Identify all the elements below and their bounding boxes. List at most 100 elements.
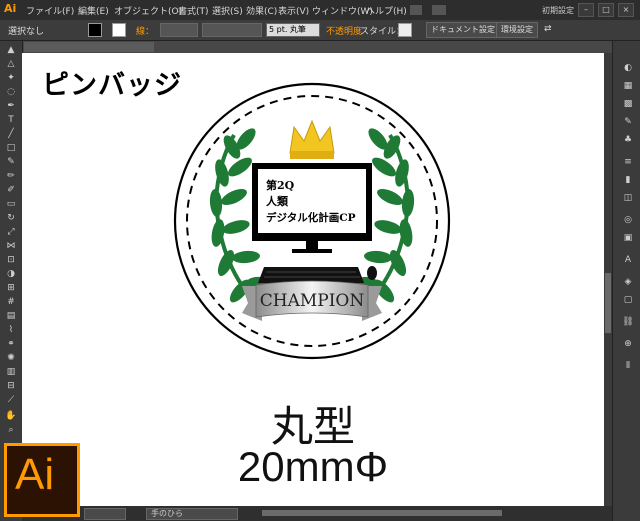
preferences-button[interactable]: 環境設定 bbox=[496, 22, 538, 38]
variable-width-dropdown[interactable] bbox=[202, 23, 262, 37]
width-tool-icon[interactable]: ⋈ bbox=[5, 241, 17, 251]
pin-badge-illustration: 第2Q 人類 デジタル化計画CP CHAMPION bbox=[173, 82, 451, 360]
slice-tool-icon[interactable]: ⟋ bbox=[5, 395, 17, 405]
zoom-tool-icon[interactable]: ⌕ bbox=[5, 425, 17, 435]
style-swatch[interactable] bbox=[398, 23, 412, 37]
links-panel-icon[interactable]: ⛓ bbox=[622, 317, 634, 327]
app-logo: Ai bbox=[4, 2, 17, 15]
ribbon-text: CHAMPION bbox=[260, 291, 365, 311]
eraser-tool-icon[interactable]: ▭ bbox=[5, 199, 17, 209]
artboard-title: ピンバッジ bbox=[42, 70, 182, 101]
stroke-panel-icon[interactable]: ≡ bbox=[622, 157, 634, 167]
panel-dock: ◐ ▦ ▩ ✎ ♣ ≡ ▮ ◫ ◎ ▣ A ◈ ▢ ⛓ ⊕ ⫴ bbox=[612, 41, 640, 521]
minimize-icon[interactable]: – bbox=[578, 3, 594, 17]
bridge-icon[interactable] bbox=[410, 5, 422, 15]
menu-window[interactable]: ウィンドウ(W) bbox=[312, 4, 373, 17]
control-bar: 選択なし 線： 5 pt. 丸筆 不透明度 スタイル： ドキュメント設定 環境設… bbox=[0, 20, 640, 41]
stroke-label[interactable]: 線： bbox=[136, 24, 154, 37]
menu-bar: Ai ファイル(F) 編集(E) オブジェクト(O) 書式(T) 選択(S) 効… bbox=[0, 0, 640, 20]
rotate-tool-icon[interactable]: ↻ bbox=[5, 213, 17, 223]
fill-swatch[interactable] bbox=[88, 23, 102, 37]
line-tool-icon[interactable]: ╱ bbox=[5, 129, 17, 139]
pen-tool-icon[interactable]: ✒ bbox=[5, 101, 17, 111]
type-tool-icon[interactable]: T bbox=[5, 115, 17, 125]
pencil-tool-icon[interactable]: ✏ bbox=[5, 171, 17, 181]
maximize-icon[interactable]: □ bbox=[598, 3, 614, 17]
graph-tool-icon[interactable]: ▥ bbox=[5, 367, 17, 377]
artboards-panel-icon[interactable]: ▢ bbox=[622, 295, 634, 305]
perspective-grid-tool-icon[interactable]: ⊞ bbox=[5, 283, 17, 293]
graphic-styles-icon[interactable]: ▣ bbox=[622, 233, 634, 243]
status-bar: 手のひら bbox=[22, 506, 612, 521]
magic-wand-tool-icon[interactable]: ✦ bbox=[5, 73, 17, 83]
zoom-dropdown[interactable] bbox=[84, 508, 126, 520]
selection-tool-icon[interactable]: ▲ bbox=[5, 45, 17, 55]
illustrator-logo-text: Ai bbox=[15, 450, 55, 499]
menu-help[interactable]: ヘルプ(H) bbox=[366, 4, 407, 17]
document-tab-bar bbox=[22, 41, 612, 53]
color-panel-icon[interactable]: ◐ bbox=[622, 63, 634, 73]
menu-edit[interactable]: 編集(E) bbox=[78, 4, 109, 17]
scale-tool-icon[interactable]: ⤢ bbox=[5, 227, 17, 237]
stroke-swatch[interactable] bbox=[112, 23, 126, 37]
close-icon[interactable]: × bbox=[618, 3, 634, 17]
artboard[interactable]: ピンバッジ 第2Q 人類 デジタル化計画CP CHAMPION 丸型 20mmΦ bbox=[22, 53, 604, 506]
rectangle-tool-icon[interactable]: □ bbox=[5, 143, 17, 153]
direct-selection-tool-icon[interactable]: △ bbox=[5, 59, 17, 69]
paintbrush-tool-icon[interactable]: ✎ bbox=[5, 157, 17, 167]
screen-line-2: 人類 bbox=[266, 194, 289, 208]
appearance-panel-icon[interactable]: ◎ bbox=[622, 215, 634, 225]
layers-panel-icon[interactable]: ◈ bbox=[622, 277, 634, 287]
mouse-icon bbox=[367, 266, 377, 280]
mesh-tool-icon[interactable]: # bbox=[5, 297, 17, 307]
menu-effect[interactable]: 効果(C) bbox=[246, 4, 277, 17]
gradient-panel-icon[interactable]: ▮ bbox=[622, 175, 634, 185]
menu-object[interactable]: オブジェクト(O) bbox=[114, 4, 182, 17]
free-transform-tool-icon[interactable]: ⊡ bbox=[5, 255, 17, 265]
keyboard-icon bbox=[258, 267, 364, 283]
brush-dropdown[interactable]: 5 pt. 丸筆 bbox=[266, 23, 320, 37]
gradient-tool-icon[interactable]: ▤ bbox=[5, 311, 17, 321]
align-panel-icon[interactable]: ⫴ bbox=[622, 361, 634, 371]
hand-tool-icon[interactable]: ✋ bbox=[5, 411, 17, 421]
crown-base bbox=[290, 151, 334, 159]
brush-label: 5 pt. 丸筆 bbox=[269, 25, 306, 34]
status-tool-display[interactable]: 手のひら bbox=[146, 508, 238, 520]
vertical-scroll-thumb[interactable] bbox=[605, 273, 611, 333]
screen-line-3: デジタル化計画CP bbox=[266, 211, 356, 224]
symbols-panel-icon[interactable]: ♣ bbox=[622, 135, 634, 145]
swatches-panel-icon[interactable]: ▩ bbox=[622, 99, 634, 109]
size-label: 20mmΦ bbox=[237, 443, 389, 490]
menu-type[interactable]: 書式(T) bbox=[178, 4, 209, 17]
artboard-tool-icon[interactable]: ⊟ bbox=[5, 381, 17, 391]
blend-tool-icon[interactable]: ⚭ bbox=[5, 339, 17, 349]
transform-panel-icon[interactable]: ⊕ bbox=[622, 339, 634, 349]
horizontal-scroll-thumb[interactable] bbox=[262, 510, 502, 516]
stroke-weight-dropdown[interactable] bbox=[160, 23, 198, 37]
color-guide-icon[interactable]: ▦ bbox=[622, 81, 634, 91]
selection-status: 選択なし bbox=[8, 27, 45, 37]
eyedropper-tool-icon[interactable]: ⌇ bbox=[5, 325, 17, 335]
menu-file[interactable]: ファイル(F) bbox=[26, 4, 74, 17]
blob-brush-tool-icon[interactable]: ✐ bbox=[5, 185, 17, 195]
document-tab[interactable] bbox=[24, 42, 154, 52]
monitor-stand bbox=[292, 249, 332, 253]
vertical-scrollbar[interactable] bbox=[604, 53, 612, 506]
arrange-documents-icon[interactable] bbox=[432, 5, 446, 15]
screen-line-1: 第2Q bbox=[266, 178, 295, 192]
arrange-icon[interactable]: ⇄ bbox=[544, 24, 552, 34]
workspace-switcher[interactable]: 初期設定 bbox=[542, 5, 574, 16]
monitor-neck bbox=[306, 241, 318, 249]
transparency-panel-icon[interactable]: ◫ bbox=[622, 193, 634, 203]
menu-select[interactable]: 選択(S) bbox=[212, 4, 243, 17]
symbol-sprayer-tool-icon[interactable]: ✺ bbox=[5, 353, 17, 363]
character-panel-icon[interactable]: A bbox=[622, 255, 634, 265]
lasso-tool-icon[interactable]: ◌ bbox=[5, 87, 17, 97]
illustrator-logo: Ai bbox=[4, 443, 80, 517]
crown-icon bbox=[289, 119, 335, 154]
menu-view[interactable]: 表示(V) bbox=[278, 4, 309, 17]
opacity-label[interactable]: 不透明度 bbox=[326, 24, 362, 37]
brushes-panel-icon[interactable]: ✎ bbox=[622, 117, 634, 127]
document-settings-button[interactable]: ドキュメント設定 bbox=[426, 22, 500, 38]
shape-builder-tool-icon[interactable]: ◑ bbox=[5, 269, 17, 279]
